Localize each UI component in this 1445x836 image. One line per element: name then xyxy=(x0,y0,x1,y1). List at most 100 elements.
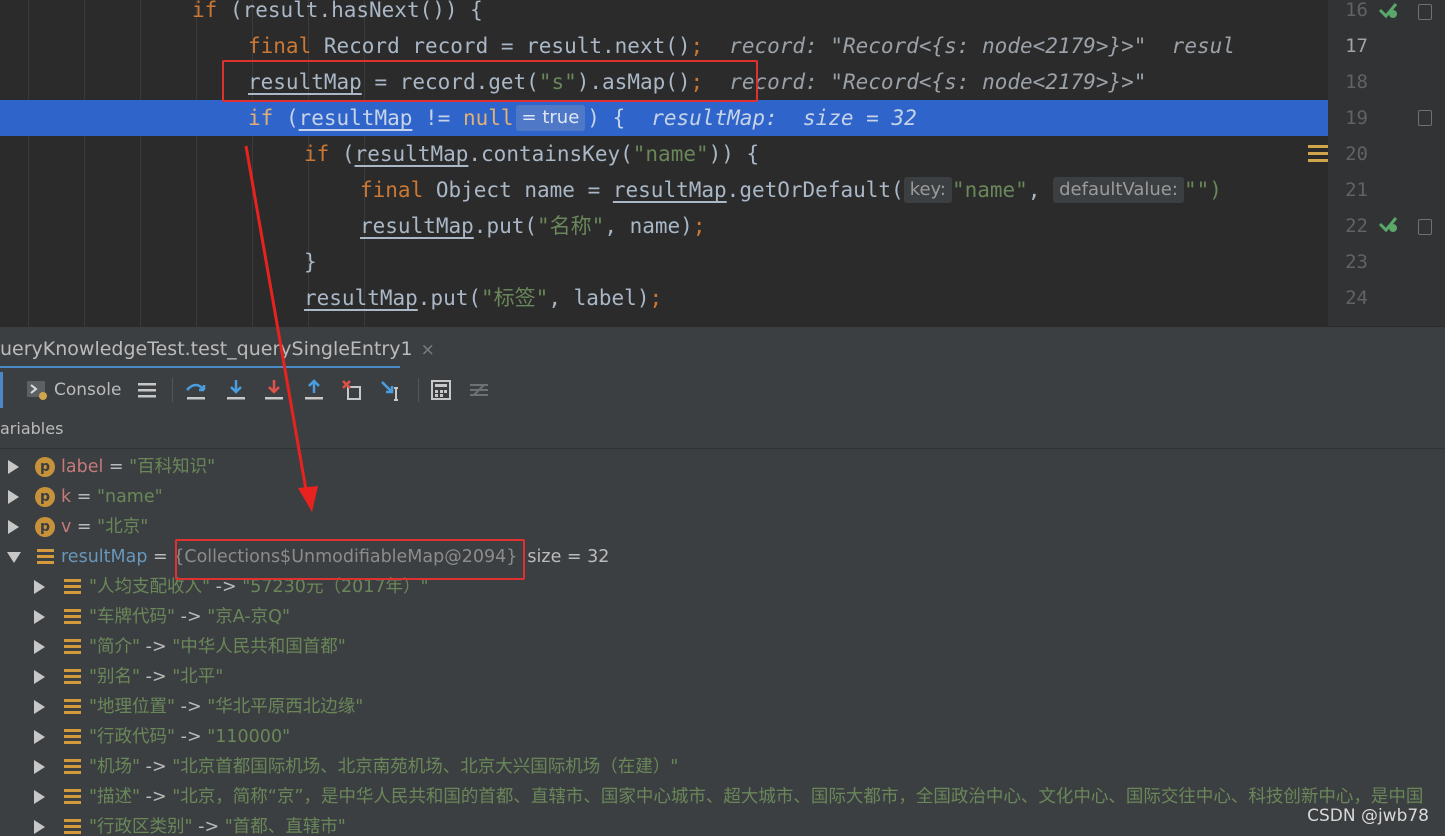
code-token: != xyxy=(412,106,463,130)
map-entry-value: "北平" xyxy=(172,667,224,687)
step-out-button[interactable] xyxy=(302,376,326,404)
debug-tool-window: ueryKnowledgeTest.test_querySingleEntry1… xyxy=(0,326,1445,836)
trace-button[interactable] xyxy=(468,376,490,404)
code-token: Object name = xyxy=(423,178,613,202)
code-line[interactable]: if (resultMap.containsKey("name")) { xyxy=(0,136,1328,172)
variable-text: k = "name" xyxy=(61,482,163,512)
map-entry-value: "北京，简称“京”，是中华人民共和国的首都、直辖市、国家中心城市、超大城市、国际… xyxy=(172,787,1424,807)
code-line[interactable]: final Object name = resultMap.getOrDefau… xyxy=(0,172,1328,208)
step-over-button[interactable] xyxy=(184,376,208,404)
code-token: final xyxy=(248,34,312,58)
line-number: 18 xyxy=(1345,71,1368,93)
code-line[interactable]: resultMap.put("标签", label); xyxy=(0,280,1328,316)
step-over-icon xyxy=(186,383,206,400)
expand-arrow-icon[interactable] xyxy=(34,820,45,834)
variable-row[interactable]: pk = "name" xyxy=(0,482,1445,512)
map-arrow: -> xyxy=(140,667,173,687)
code-text: if (resultMap.containsKey("name")) { xyxy=(304,136,759,172)
map-entry-value: "110000" xyxy=(207,727,291,747)
map-entry-row[interactable]: "别名" -> "北平" xyxy=(0,662,1445,692)
map-arrow: -> xyxy=(210,577,243,597)
map-entry-key: "行政代码" xyxy=(89,727,176,747)
code-area[interactable]: if (result.hasNext()) {final Record reco… xyxy=(0,0,1328,326)
map-entry-row[interactable]: "车牌代码" -> "京A-京Q" xyxy=(0,602,1445,632)
field-icon xyxy=(64,579,81,595)
expand-arrow-icon[interactable] xyxy=(8,460,19,474)
equals-sign: = xyxy=(147,547,174,567)
map-arrow: -> xyxy=(192,817,225,836)
map-entry-text: "车牌代码" -> "京A-京Q" xyxy=(89,602,290,632)
code-token: ; xyxy=(690,34,704,58)
map-entry-text: "别名" -> "北平" xyxy=(89,662,223,692)
tab-debug-session[interactable]: ueryKnowledgeTest.test_querySingleEntry1… xyxy=(0,327,435,369)
code-line[interactable]: final Record record = result.next(); reco… xyxy=(0,28,1328,64)
variable-row[interactable]: pv = "北京" xyxy=(0,512,1445,542)
current-execution-line[interactable]: if (resultMap != null = true) {resultMap:… xyxy=(0,100,1328,136)
debug-tab-bar: ueryKnowledgeTest.test_querySingleEntry1… xyxy=(0,326,1445,370)
map-entry-text: "行政区类别" -> "首都、直辖市" xyxy=(89,812,346,836)
map-entry-row[interactable]: "简介" -> "中华人民共和国首都" xyxy=(0,632,1445,662)
evaluate-expression-button[interactable] xyxy=(430,376,452,404)
line-number: 24 xyxy=(1345,287,1368,309)
parameter-hint: defaultValue: xyxy=(1053,177,1184,203)
fold-marker-icon[interactable] xyxy=(1418,219,1432,235)
fold-marker-icon[interactable] xyxy=(1418,110,1432,126)
map-arrow: -> xyxy=(140,787,173,807)
variable-name: k xyxy=(61,487,72,507)
expand-arrow-icon[interactable] xyxy=(34,790,45,804)
expand-arrow-icon[interactable] xyxy=(34,730,45,744)
expand-arrow-icon[interactable] xyxy=(34,640,45,654)
error-stripe-icon[interactable] xyxy=(1308,143,1328,163)
force-step-into-button[interactable] xyxy=(262,376,286,404)
console-button[interactable]: Console xyxy=(26,376,122,404)
map-entry-row[interactable]: "机场" -> "北京首都国际机场、北京南苑机场、北京大兴国际机场（在建）" xyxy=(0,752,1445,782)
variable-name: label xyxy=(61,457,104,477)
variable-size: size = 32 xyxy=(527,547,610,567)
inline-debug-value: record: "Record<{s: node<2179>}>" xyxy=(729,70,1147,94)
map-entry-value: "华北平原西北边缘" xyxy=(207,697,364,717)
map-entry-row[interactable]: "描述" -> "北京，简称“京”，是中华人民共和国的首都、直辖市、国家中心城市… xyxy=(0,782,1445,812)
layout-button[interactable] xyxy=(136,376,158,404)
close-icon[interactable]: × xyxy=(421,340,435,360)
code-token: resultMap xyxy=(304,286,418,310)
code-token: ; xyxy=(692,214,706,238)
code-token: )) { xyxy=(708,142,760,166)
collapse-arrow-icon[interactable] xyxy=(7,552,21,563)
code-token: , xyxy=(1027,178,1054,202)
map-entry-row[interactable]: "行政代码" -> "110000" xyxy=(0,722,1445,752)
map-entry-text: "行政代码" -> "110000" xyxy=(89,722,290,752)
variable-row[interactable]: p label = "百科知识" xyxy=(0,452,1445,482)
menu-lines-icon xyxy=(138,383,156,398)
map-entry-row[interactable]: "行政区类别" -> "首都、直辖市" xyxy=(0,812,1445,836)
field-icon xyxy=(64,699,81,715)
step-into-button[interactable] xyxy=(224,376,248,404)
expand-arrow-icon[interactable] xyxy=(8,490,19,504)
expand-arrow-icon[interactable] xyxy=(8,520,19,534)
expand-arrow-icon[interactable] xyxy=(34,700,45,714)
expand-arrow-icon[interactable] xyxy=(34,580,45,594)
run-to-cursor-button[interactable] xyxy=(380,376,404,404)
map-entry-row[interactable]: "地理位置" -> "华北平原西北边缘" xyxy=(0,692,1445,722)
map-entry-key: "车牌代码" xyxy=(89,607,176,627)
annotation-box xyxy=(222,60,758,102)
drop-frame-button[interactable] xyxy=(340,376,364,404)
code-line[interactable]: resultMap.put("名称", name); xyxy=(0,208,1328,244)
map-entry-key: "行政区类别" xyxy=(89,817,193,836)
expand-arrow-icon[interactable] xyxy=(34,610,45,624)
run-to-cursor-icon xyxy=(381,381,398,401)
fold-marker-icon[interactable] xyxy=(1418,4,1432,20)
map-entry-key: "人均支配收入" xyxy=(89,577,211,597)
field-icon xyxy=(64,759,81,775)
code-editor[interactable]: if (result.hasNext()) {final Record reco… xyxy=(0,0,1445,326)
expand-arrow-icon[interactable] xyxy=(34,760,45,774)
map-entry-key: "描述" xyxy=(89,787,141,807)
code-token: final xyxy=(360,178,424,202)
variables-tree[interactable]: p label = "百科知识" p k = "name" p v = "北京" resul… xyxy=(0,448,1445,836)
expand-arrow-icon[interactable] xyxy=(34,670,45,684)
code-line[interactable]: if (result.hasNext()) { xyxy=(0,0,1328,28)
code-token: (result.hasNext()) { xyxy=(217,0,483,22)
code-line[interactable]: } xyxy=(0,244,1328,280)
code-token: if xyxy=(304,142,330,166)
step-over-marker-icon xyxy=(1378,217,1398,233)
drop-frame-icon xyxy=(342,380,361,400)
